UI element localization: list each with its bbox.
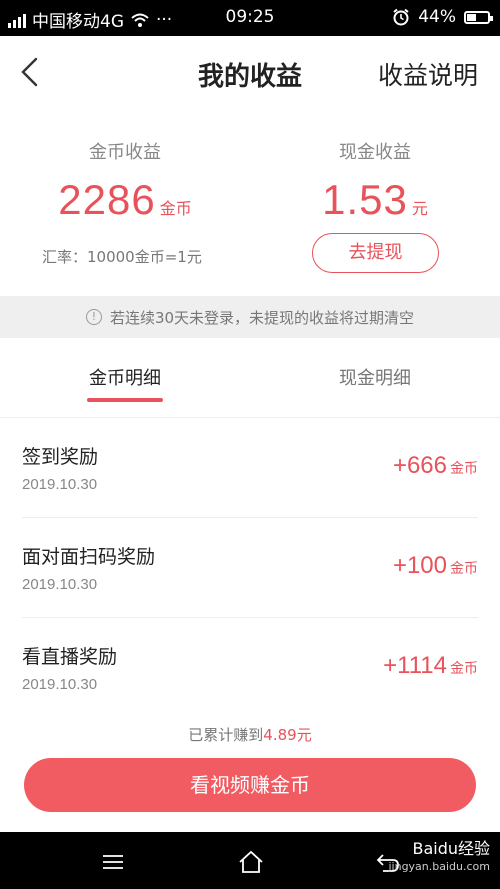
coin-amount-unit: 金币	[159, 199, 192, 218]
info-icon: !	[85, 309, 102, 325]
record-unit: 金币	[450, 661, 478, 677]
menu-icon[interactable]	[103, 855, 123, 869]
coin-amount-value: 2286	[58, 176, 156, 223]
tab-coin-details[interactable]: 金币明细	[0, 364, 250, 390]
tab-cash-details[interactable]: 现金明细	[250, 364, 500, 390]
watermark-url: jingyan.baidu.com	[388, 860, 490, 873]
list-item: 看直播奖励 2019.10.30 +1114 金币	[22, 618, 478, 718]
detail-tabs: 金币明细 现金明细	[0, 338, 500, 418]
record-date: 2019.10.30	[22, 676, 98, 693]
record-title: 看直播奖励	[22, 646, 118, 668]
battery-fill	[467, 13, 476, 21]
record-value: +666 金币	[393, 452, 478, 480]
record-unit: 金币	[450, 561, 478, 577]
cash-earnings: 现金收益 1.53 元	[250, 108, 500, 224]
coin-earnings: 金币收益 2286 金币	[0, 108, 250, 224]
withdraw-button[interactable]: 去提现	[312, 233, 439, 273]
home-icon[interactable]	[238, 850, 264, 874]
notice-text: 若连续30天未登录，未提现的收益将过期清空	[109, 308, 415, 327]
page-header: 我的收益 收益说明	[0, 36, 500, 108]
list-item: 面对面扫码奖励 2019.10.30 +100 金币	[22, 518, 478, 618]
earnings-explanation-link[interactable]: 收益说明	[378, 56, 478, 92]
list-item: 签到奖励 2019.10.30 +666 金币	[22, 418, 478, 518]
earnings-summary: 金币收益 2286 金币 现金收益 1.53 元 汇率：10000金币=1元 去提现	[0, 108, 500, 296]
record-date: 2019.10.30	[22, 476, 98, 493]
record-date: 2019.10.30	[22, 576, 98, 593]
total-earned: 已累计赚到4.89元	[0, 724, 500, 745]
record-amount: +100	[392, 552, 447, 579]
record-amount: +666	[392, 452, 447, 479]
active-tab-indicator	[87, 398, 163, 402]
baidu-watermark: Baidu经验 jingyan.baidu.com	[388, 840, 490, 876]
coin-earnings-amount: 2286 金币	[0, 176, 250, 224]
coin-record-list: 签到奖励 2019.10.30 +666 金币 面对面扫码奖励 2019.10.3…	[0, 418, 500, 718]
status-bar: 中国移动4G ··· 09:25 44%	[0, 0, 500, 36]
battery-icon	[464, 10, 493, 24]
record-amount: +1114	[383, 652, 447, 679]
system-nav-bar: Baidu经验 jingyan.baidu.com	[0, 832, 500, 889]
record-value: +100 金币	[393, 552, 478, 580]
cash-amount-unit: 元	[411, 199, 428, 218]
battery-percent: 44%	[418, 7, 456, 27]
total-earned-value: 4.89元	[263, 726, 312, 744]
alarm-icon	[393, 8, 409, 26]
exchange-rate: 汇率：10000金币=1元	[42, 248, 202, 266]
record-value: +1114 金币	[383, 652, 478, 680]
cash-earnings-label: 现金收益	[339, 142, 411, 163]
total-earned-prefix: 已累计赚到	[188, 726, 264, 744]
record-unit: 金币	[450, 461, 478, 477]
cash-earnings-amount: 1.53 元	[250, 176, 500, 224]
record-title: 签到奖励	[22, 446, 99, 468]
expiry-notice: ! 若连续30天未登录，未提现的收益将过期清空	[0, 296, 500, 338]
watermark-brand: Baidu经验	[412, 839, 490, 858]
cash-amount-value: 1.53	[322, 176, 408, 223]
record-title: 面对面扫码奖励	[22, 546, 156, 568]
coin-earnings-label: 金币收益	[89, 142, 161, 163]
watch-video-earn-coins-button[interactable]: 看视频赚金币	[24, 758, 476, 812]
status-right: 44%	[392, 7, 493, 27]
